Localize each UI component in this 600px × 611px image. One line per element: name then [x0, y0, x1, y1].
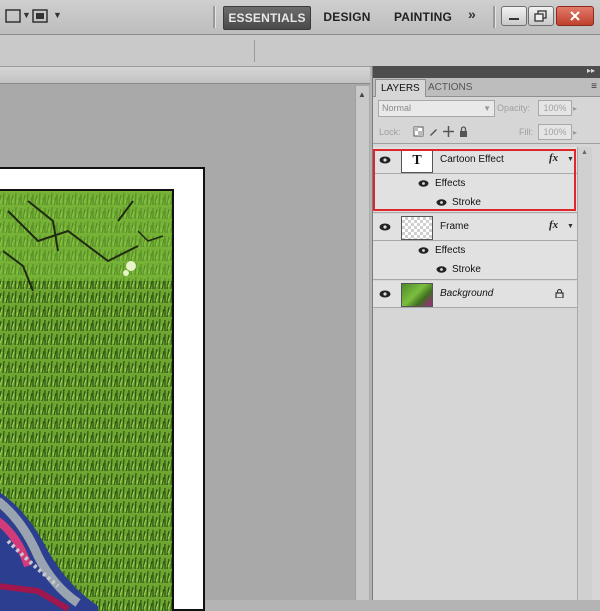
effect-stroke-row[interactable]: Stroke [373, 260, 577, 280]
eye-icon[interactable] [379, 223, 391, 231]
chevron-down-icon: ▼ [483, 104, 491, 113]
effects-label: Effects [435, 245, 466, 256]
layer-thumbnail-text: T [401, 149, 433, 173]
expand-effects-icon[interactable]: ▼ [567, 156, 574, 163]
layer-list: T Cartoon Effect fx ▼ Effects Stroke Fra… [373, 147, 577, 308]
eye-icon[interactable] [379, 290, 391, 298]
tab-actions[interactable]: ACTIONS [423, 79, 477, 96]
minimize-icon [509, 18, 519, 20]
eye-icon[interactable] [418, 180, 429, 187]
layer-name[interactable]: Cartoon Effect [440, 154, 504, 165]
lock-all-icon[interactable] [458, 126, 469, 137]
layer-frame[interactable]: Frame fx ▼ [373, 214, 577, 241]
minimize-button[interactable] [501, 6, 527, 26]
eye-icon[interactable] [418, 247, 429, 254]
hand-tool-icon[interactable] [4, 7, 24, 25]
layer-effects-row[interactable]: Effects [373, 241, 577, 260]
layer-thumbnail-transparent [401, 216, 433, 240]
effects-label: Effects [435, 178, 466, 189]
chevron-right-icon[interactable]: ▸ [573, 104, 577, 113]
effect-stroke-row[interactable]: Stroke [373, 193, 577, 213]
screen-mode-icon[interactable] [30, 7, 50, 25]
restore-button[interactable] [528, 6, 554, 26]
eye-icon[interactable] [379, 156, 391, 164]
toolbar-separator [213, 6, 216, 28]
more-workspaces-icon[interactable]: » [468, 6, 476, 22]
workspace-essentials-button[interactable]: ESSENTIALS [223, 6, 311, 30]
options-bar [0, 35, 600, 67]
eye-icon[interactable] [436, 266, 447, 273]
close-icon [570, 11, 580, 21]
layer-thumbnail-photo [401, 283, 433, 307]
collapse-panel-icon[interactable]: ▸▸ [587, 66, 595, 75]
application-bar: ▼ ▼ ESSENTIALS DESIGN PAINTING » [0, 0, 600, 35]
blend-opacity-row: Normal ▼ Opacity: 100% ▸ [373, 97, 600, 119]
lock-transparent-icon[interactable] [413, 126, 424, 137]
lock-fill-row: Lock: Fill: 100% ▸ [373, 121, 600, 144]
lock-image-icon[interactable] [428, 126, 439, 137]
lock-position-icon[interactable] [443, 126, 454, 137]
lock-label: Lock: [379, 127, 401, 137]
fx-icon[interactable]: fx [549, 219, 558, 231]
opacity-input[interactable]: 100% [538, 100, 572, 116]
chevron-down-icon[interactable]: ▼ [53, 10, 62, 20]
layers-scrollbar[interactable]: ▲ [577, 147, 592, 600]
workspace-painting-button[interactable]: PAINTING [388, 6, 458, 28]
layer-name[interactable]: Frame [440, 221, 469, 232]
document-area: ▲ [0, 67, 370, 611]
layer-name[interactable]: Background [440, 288, 493, 299]
fill-input[interactable]: 100% [538, 124, 572, 140]
scroll-up-icon[interactable]: ▲ [358, 90, 366, 99]
document-tab[interactable] [0, 67, 370, 84]
panel-collapse-bar[interactable]: ▸▸ [373, 66, 600, 78]
layer-background[interactable]: Background [373, 281, 577, 308]
layer-cartoon-effect[interactable]: T Cartoon Effect fx ▼ [373, 147, 577, 174]
lock-icon [555, 289, 564, 298]
blend-mode-select[interactable]: Normal ▼ [378, 100, 495, 117]
canvas-document[interactable] [0, 167, 205, 611]
chevron-right-icon[interactable]: ▸ [573, 128, 577, 137]
restore-icon [534, 10, 547, 22]
opacity-label: Opacity: [497, 103, 531, 113]
effect-stroke-label: Stroke [452, 264, 481, 275]
layers-panel: ▸▸ LAYERS ACTIONS ≡ Normal ▼ Opacity: 10… [372, 66, 600, 600]
panel-menu-icon[interactable]: ≡ [591, 81, 597, 92]
effect-stroke-label: Stroke [452, 197, 481, 208]
panel-tabs: LAYERS ACTIONS ≡ [373, 78, 600, 97]
tab-layers[interactable]: LAYERS [375, 79, 426, 97]
blend-mode-value: Normal [382, 103, 412, 113]
workspace-design-button[interactable]: DESIGN [318, 6, 376, 28]
options-divider [254, 40, 255, 62]
cartoon-photo-image [0, 189, 174, 611]
scroll-up-icon[interactable]: ▲ [581, 149, 588, 156]
layer-effects-row[interactable]: Effects [373, 174, 577, 193]
close-button[interactable] [556, 6, 594, 26]
expand-effects-icon[interactable]: ▼ [567, 223, 574, 230]
document-scrollbar[interactable]: ▲ [355, 86, 369, 600]
toolbar-separator [493, 6, 496, 28]
fx-icon[interactable]: fx [549, 152, 558, 164]
eye-icon[interactable] [436, 199, 447, 206]
fill-label: Fill: [519, 127, 533, 137]
